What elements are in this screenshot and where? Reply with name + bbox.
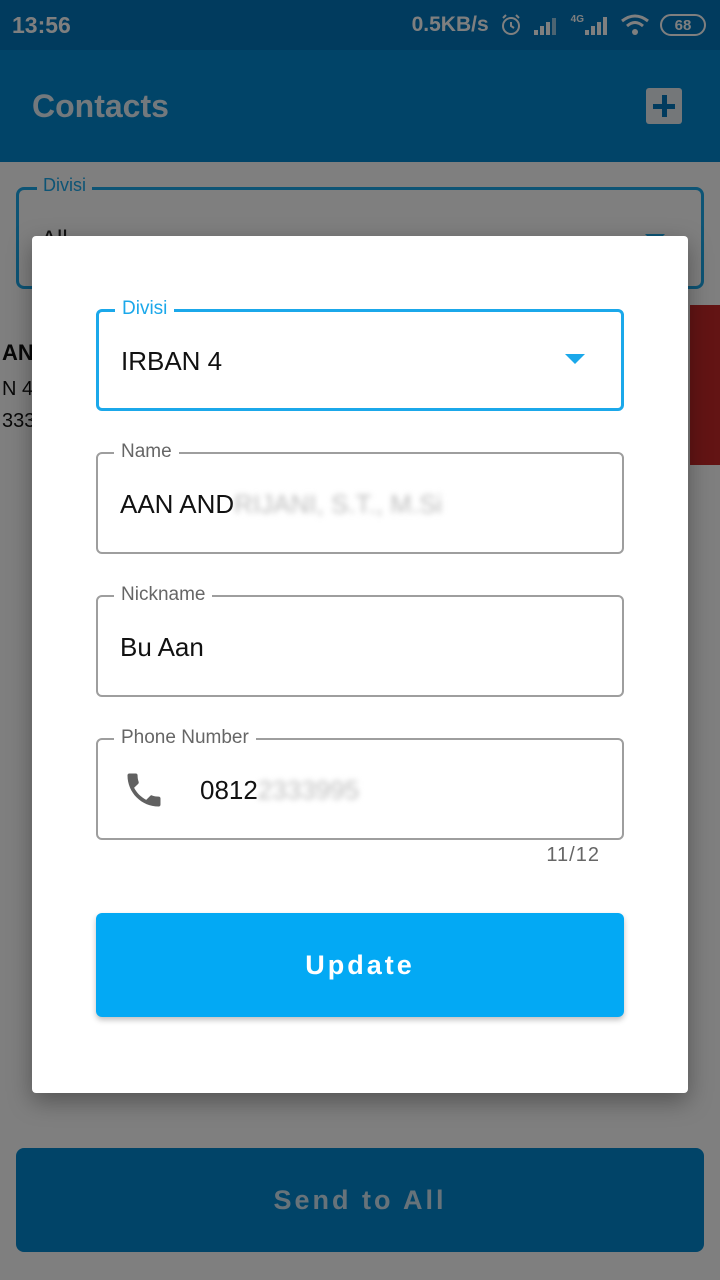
nickname-field[interactable]: Nickname Bu Aan bbox=[96, 584, 624, 697]
phone-number-field[interactable]: Phone Number 08122333995 bbox=[96, 727, 624, 840]
name-field[interactable]: Name AAN ANDRIJANI, S.T., M.Si bbox=[96, 441, 624, 554]
phone-value-visible: 0812 bbox=[200, 775, 258, 805]
phone-number-value: 08122333995 bbox=[200, 775, 359, 806]
character-counter: 11/12 bbox=[546, 844, 600, 866]
divisi-dropdown[interactable]: Divisi IRBAN 4 bbox=[96, 298, 624, 411]
divisi-label: Divisi bbox=[115, 298, 175, 320]
dropdown-arrow-icon bbox=[565, 354, 585, 364]
divisi-value: IRBAN 4 bbox=[121, 346, 223, 376]
name-label: Name bbox=[114, 441, 179, 463]
name-value: AAN ANDRIJANI, S.T., M.Si bbox=[120, 489, 442, 520]
update-button[interactable]: Update bbox=[96, 913, 624, 1017]
phone-icon bbox=[127, 773, 161, 807]
nickname-value: Bu Aan bbox=[120, 632, 204, 662]
phone-number-label: Phone Number bbox=[114, 727, 256, 749]
name-value-blurred: RIJANI, S.T., M.Si bbox=[234, 489, 443, 519]
edit-contact-dialog: Divisi IRBAN 4 Name AAN ANDRIJANI, S.T.,… bbox=[32, 236, 688, 1093]
nickname-label: Nickname bbox=[114, 584, 213, 606]
phone-value-blurred: 2333995 bbox=[257, 775, 360, 805]
name-value-visible: AAN AND bbox=[120, 489, 235, 519]
